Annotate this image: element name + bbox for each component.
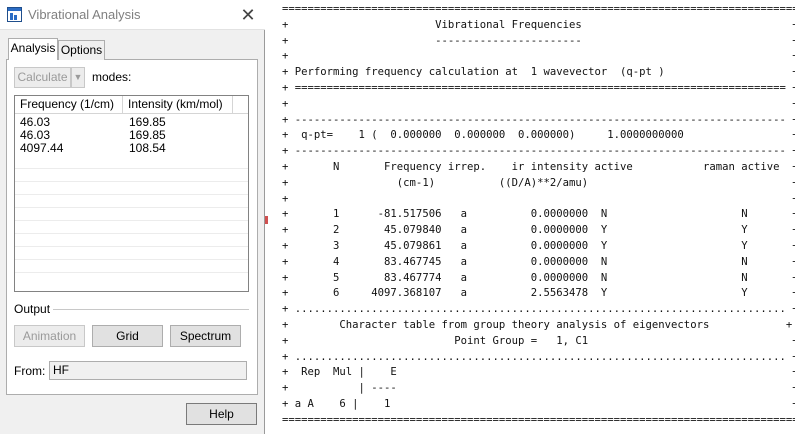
- output-group-label: Output: [14, 302, 51, 316]
- column-header-frequency[interactable]: Frequency (1/cm): [15, 96, 123, 114]
- output-console[interactable]: ========================================…: [276, 0, 795, 434]
- help-button[interactable]: Help: [186, 403, 257, 425]
- intensity-cell: 108.54: [129, 141, 166, 155]
- resize-marker: [265, 216, 268, 224]
- table-row[interactable]: 4097.44 108.54: [15, 142, 248, 155]
- title-bar: Vibrational Analysis ✕: [0, 0, 265, 30]
- chevron-down-icon[interactable]: ▼: [71, 67, 85, 88]
- output-divider: [53, 309, 249, 310]
- frequency-cell: 4097.44: [20, 141, 64, 155]
- from-label: From:: [14, 364, 46, 378]
- spectrum-button[interactable]: Spectrum: [170, 325, 241, 347]
- console-text: ========================================…: [282, 3, 795, 426]
- animation-button[interactable]: Animation: [14, 325, 85, 347]
- tab-options[interactable]: Options: [58, 40, 105, 60]
- grid-button[interactable]: Grid: [92, 325, 163, 347]
- app-icon: [7, 7, 22, 22]
- close-icon[interactable]: ✕: [236, 4, 260, 26]
- vibrational-analysis-dialog: Vibrational Analysis ✕ Analysis Options …: [0, 0, 265, 434]
- from-field[interactable]: HF: [49, 361, 247, 380]
- window-title: Vibrational Analysis: [28, 7, 141, 22]
- frequency-list[interactable]: Frequency (1/cm) Intensity (km/mol) 46.0…: [14, 95, 249, 292]
- list-header: Frequency (1/cm) Intensity (km/mol): [15, 96, 248, 114]
- tab-analysis[interactable]: Analysis: [8, 38, 58, 60]
- calculate-button[interactable]: Calculate: [14, 67, 71, 88]
- column-header-intensity[interactable]: Intensity (km/mol): [123, 96, 233, 114]
- modes-label: modes:: [92, 70, 132, 84]
